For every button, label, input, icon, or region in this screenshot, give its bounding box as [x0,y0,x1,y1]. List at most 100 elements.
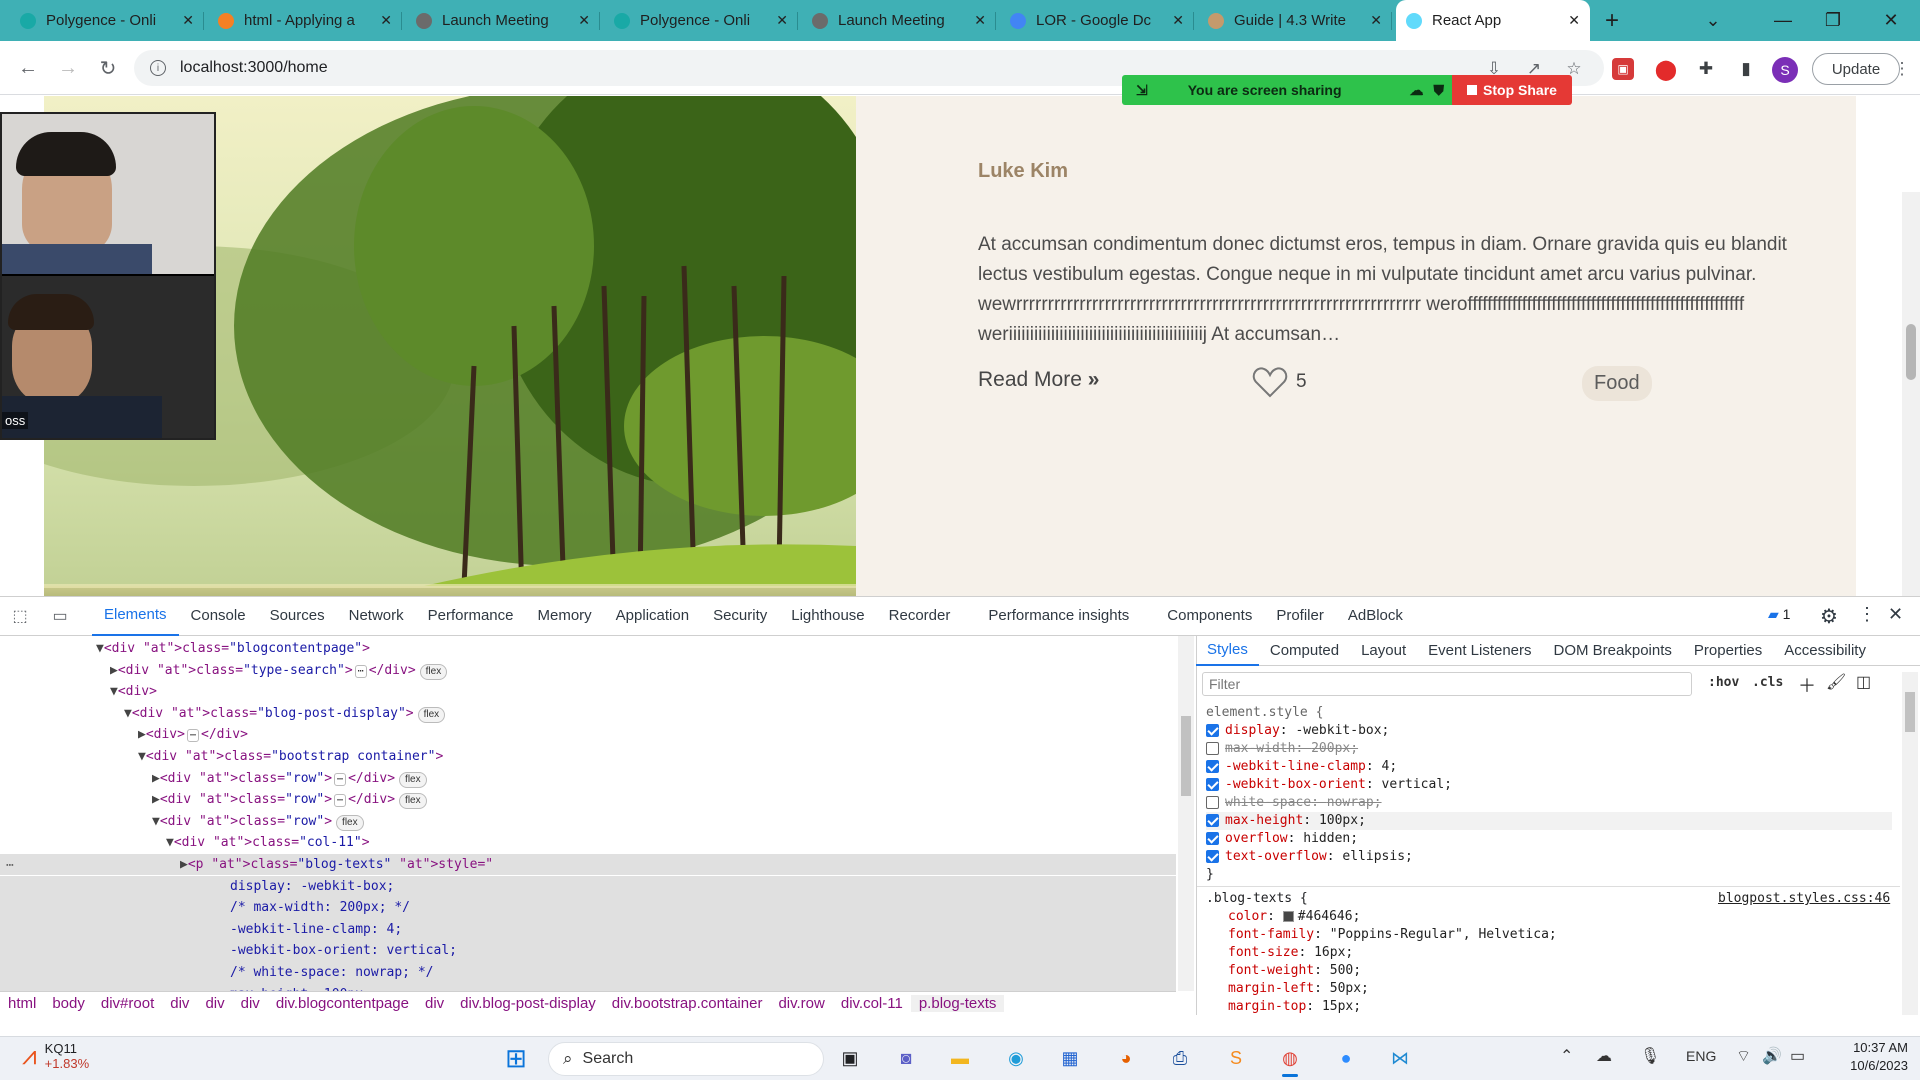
issues-badge[interactable]: ▰ 1 [1768,606,1790,623]
node-actions-icon[interactable]: ⋯ [6,855,14,876]
opera-extension-icon[interactable]: ⬤ [1652,55,1680,83]
tab-search-icon[interactable]: ⌄ [1690,0,1736,41]
style-declaration[interactable]: display: -webkit-box; [1206,722,1389,740]
vscode-icon[interactable]: ⋈ [1382,1040,1418,1076]
browser-tab[interactable]: Polygence - Onli ✕ [10,0,204,41]
dom-node[interactable]: ▼<div> [110,681,157,702]
scrollbar-thumb[interactable] [1906,324,1916,380]
style-declaration[interactable]: color: #464646; [1228,908,1360,926]
color-swatch[interactable] [1282,911,1294,922]
heart-icon[interactable] [1252,366,1288,398]
devtools-tab[interactable]: Sources [258,596,337,636]
devtools-tab[interactable]: Performance insights [976,596,1141,636]
chrome-icon[interactable]: ◍ [1272,1040,1308,1076]
styles-pane-tab[interactable]: Event Listeners [1417,636,1542,666]
breadcrumb-item[interactable]: p.blog-texts [910,995,1005,1012]
style-toggle-checkbox[interactable] [1206,832,1219,845]
style-declaration[interactable]: font-size: 16px; [1228,944,1353,962]
breadcrumb-item[interactable]: html [0,995,44,1012]
devtools-tab[interactable]: Network [337,596,416,636]
zoom-icon[interactable]: ● [1328,1040,1364,1076]
toggle-sidebar-icon[interactable]: ◫ [1856,672,1871,692]
edge-icon[interactable]: ◉ [998,1040,1034,1076]
side-panel-icon[interactable]: ▮ [1732,55,1760,83]
style-toggle-checkbox[interactable] [1206,850,1219,863]
reload-icon[interactable]: ↻ [92,52,124,84]
page-scrollbar[interactable] [1902,192,1920,596]
more-menu-icon[interactable]: ⋮ [1888,55,1916,83]
browser-tab[interactable]: Launch Meeting ✕ [802,0,996,41]
dom-node[interactable]: ▼<div "at">class="blogcontentpage"> [96,638,370,659]
dom-node[interactable]: ▼<div "at">class="row"> flex [152,811,364,832]
breadcrumb-item[interactable]: div.col-11 [833,995,911,1012]
rule-source-link[interactable]: blogpost.styles.css:46 [1718,890,1890,908]
dom-node[interactable]: ▼<div "at">class="blog-post-display"> fle… [124,703,446,724]
read-more-link[interactable]: Read More » [978,368,1099,392]
devtools-tab[interactable]: Memory [526,596,604,636]
dom-node[interactable]: ▶<div> ⋯ </div> [138,724,248,745]
style-declaration[interactable]: margin-left: 50px; [1228,980,1369,998]
breadcrumb-item[interactable]: div.blog-post-display [452,995,604,1012]
style-declaration[interactable]: margin-top: 15px; [1228,998,1361,1016]
dom-node[interactable]: ▶<p "at">class="blog-texts" "at">style=" [0,854,1176,875]
styles-pane-tab[interactable]: DOM Breakpoints [1543,636,1683,666]
elements-tree[interactable]: ▼<div "at">class="blogcontentpage"> ▶<div… [0,636,1176,991]
battery-icon[interactable]: ▭ [1790,1046,1805,1066]
elements-scrollbar[interactable] [1178,636,1194,991]
breadcrumb-item[interactable]: div [197,995,232,1012]
close-window-button[interactable]: ✕ [1868,0,1914,41]
breadcrumb-item[interactable]: div.blogcontentpage [268,995,417,1012]
hov-toggle[interactable]: :hov [1708,675,1739,690]
minimize-button[interactable]: — [1760,0,1806,41]
devtools-menu-icon[interactable]: ⋮ [1858,604,1876,625]
browser-tab[interactable]: Guide | 4.3 Write ✕ [1198,0,1392,41]
devtools-tab[interactable]: Elements [92,596,179,636]
extensions-puzzle-icon[interactable]: ✚ [1692,55,1720,83]
printer-app-icon[interactable]: ⎙ [1162,1040,1198,1076]
dom-node[interactable]: ▶<div "at">class="type-search"> ⋯ </div> fl… [110,660,448,681]
microphone-icon[interactable]: 🎙 [1640,1046,1660,1066]
inspect-element-icon[interactable]: ⬚ [0,606,40,626]
tab-close-icon[interactable]: ✕ [1172,12,1184,29]
style-declaration[interactable]: max-width: 200px; [1206,740,1358,758]
breadcrumb-item[interactable]: div [162,995,197,1012]
browser-tab[interactable]: LOR - Google Dc ✕ [1000,0,1194,41]
styles-pane-tab[interactable]: Computed [1259,636,1350,666]
style-declaration[interactable]: max-height: 100px; [1206,812,1892,830]
stock-widget[interactable]: ⩘ KQ11 +1.83% [22,1040,89,1072]
style-declaration[interactable]: text-overflow: ellipsis; [1206,848,1413,866]
wifi-icon[interactable]: ⌔ [1736,1046,1751,1066]
update-button[interactable]: Update [1812,53,1900,85]
settings-gear-icon[interactable]: ⚙ [1820,604,1838,629]
sublime-icon[interactable]: S [1218,1040,1254,1076]
clock[interactable]: 10:37 AM 10/6/2023 [1828,1040,1908,1073]
dom-node[interactable]: ▶<div "at">class="row"> ⋯ </div> flex [152,789,427,810]
browser-tab[interactable]: html - Applying a ✕ [208,0,402,41]
stop-share-button[interactable]: Stop Share [1452,75,1572,105]
scrollbar-thumb[interactable] [1181,716,1191,796]
language-indicator[interactable]: ENG [1686,1048,1716,1064]
dom-node[interactable]: ▼<div "at">class="bootstrap container"> [138,746,443,767]
cls-toggle[interactable]: .cls [1752,675,1783,690]
tab-close-icon[interactable]: ✕ [182,12,194,29]
new-tab-button[interactable]: + [1597,6,1627,36]
paint-icon[interactable]: 🖌 [1826,672,1846,692]
devtools-tab[interactable]: AdBlock [1336,596,1415,636]
dom-node[interactable]: ▶<div "at">class="row"> ⋯ </div> flex [152,768,427,789]
style-toggle-checkbox[interactable] [1206,760,1219,773]
style-toggle-checkbox[interactable] [1206,724,1219,737]
style-toggle-checkbox[interactable] [1206,796,1219,809]
tray-chevron-up-icon[interactable]: ⌃ [1560,1046,1573,1066]
dom-node[interactable]: ▼<div "at">class="col-11"> [166,832,370,853]
new-style-rule-icon[interactable]: ＋ [1798,672,1816,698]
devtools-tab[interactable]: Recorder [877,596,963,636]
scrollbar-thumb[interactable] [1905,692,1915,732]
meeting-video-panel[interactable]: oss [0,112,216,440]
devtools-tab[interactable]: Security [701,596,779,636]
tab-close-icon[interactable]: ✕ [1370,12,1382,29]
taskbar-search[interactable]: ⌕ Search [548,1042,824,1076]
browser-tab[interactable]: Launch Meeting ✕ [406,0,600,41]
category-tag[interactable]: Food [1582,366,1652,401]
teams-chat-icon[interactable]: ◙ [888,1040,924,1076]
devtools-tab[interactable]: Components [1155,596,1264,636]
